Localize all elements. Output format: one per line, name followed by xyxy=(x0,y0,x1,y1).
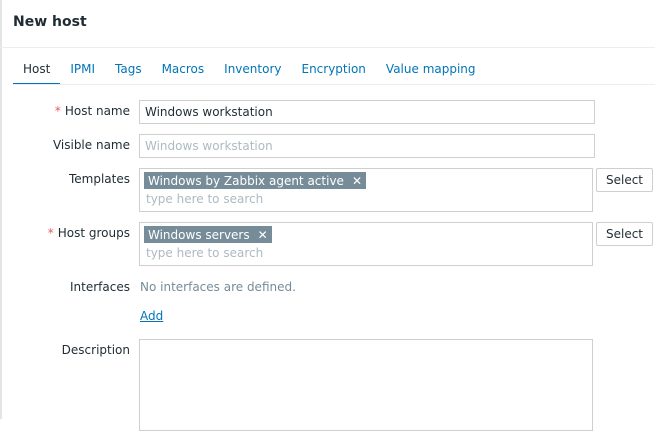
tabs-divider xyxy=(13,84,655,85)
host-groups-select-button[interactable]: Select xyxy=(596,222,653,246)
templates-search-placeholder[interactable]: type here to search xyxy=(146,192,263,206)
template-chip: Windows by Zabbix agent active ✕ xyxy=(144,172,366,189)
host-group-chip: Windows servers ✕ xyxy=(144,226,272,243)
host-groups-label: * Host groups xyxy=(48,226,130,240)
templates-label: Templates xyxy=(68,172,130,186)
add-interface-link[interactable]: Add xyxy=(140,309,163,323)
host-group-chip-label: Windows servers xyxy=(148,227,250,242)
templates-multiselect[interactable]: Windows by Zabbix agent active ✕ type he… xyxy=(139,168,593,212)
tab-host[interactable]: Host xyxy=(13,58,61,85)
no-interfaces-text: No interfaces are defined. xyxy=(140,280,296,294)
tab-tags[interactable]: Tags xyxy=(105,58,152,85)
tab-encryption[interactable]: Encryption xyxy=(291,58,375,85)
tab-inventory[interactable]: Inventory xyxy=(214,58,291,85)
tab-bar: Host IPMI Tags Macros Inventory Encrypti… xyxy=(13,58,486,85)
tab-macros[interactable]: Macros xyxy=(152,58,215,85)
template-chip-label: Windows by Zabbix agent active xyxy=(148,173,344,188)
remove-template-icon[interactable]: ✕ xyxy=(352,174,362,188)
host-name-label-text: Host name xyxy=(64,104,130,118)
host-name-input[interactable] xyxy=(139,100,595,124)
host-groups-label-text: Host groups xyxy=(57,226,130,240)
dialog-title: New host xyxy=(13,14,87,30)
host-groups-multiselect[interactable]: Windows servers ✕ type here to search xyxy=(139,222,593,266)
visible-name-input[interactable] xyxy=(139,134,595,158)
description-label: Description xyxy=(61,343,130,357)
visible-name-label: Visible name xyxy=(52,138,130,152)
required-marker: * xyxy=(47,226,54,240)
remove-host-group-icon[interactable]: ✕ xyxy=(258,228,268,242)
tab-ipmi[interactable]: IPMI xyxy=(60,58,105,85)
dialog-left-border xyxy=(0,0,2,419)
templates-select-button[interactable]: Select xyxy=(596,168,653,192)
host-groups-search-placeholder[interactable]: type here to search xyxy=(146,246,263,260)
required-marker: * xyxy=(54,104,61,118)
host-name-label: * Host name xyxy=(55,104,130,118)
tab-value-mapping[interactable]: Value mapping xyxy=(376,58,486,85)
title-divider xyxy=(0,47,655,48)
interfaces-label: Interfaces xyxy=(70,280,130,294)
description-textarea[interactable] xyxy=(139,339,593,431)
